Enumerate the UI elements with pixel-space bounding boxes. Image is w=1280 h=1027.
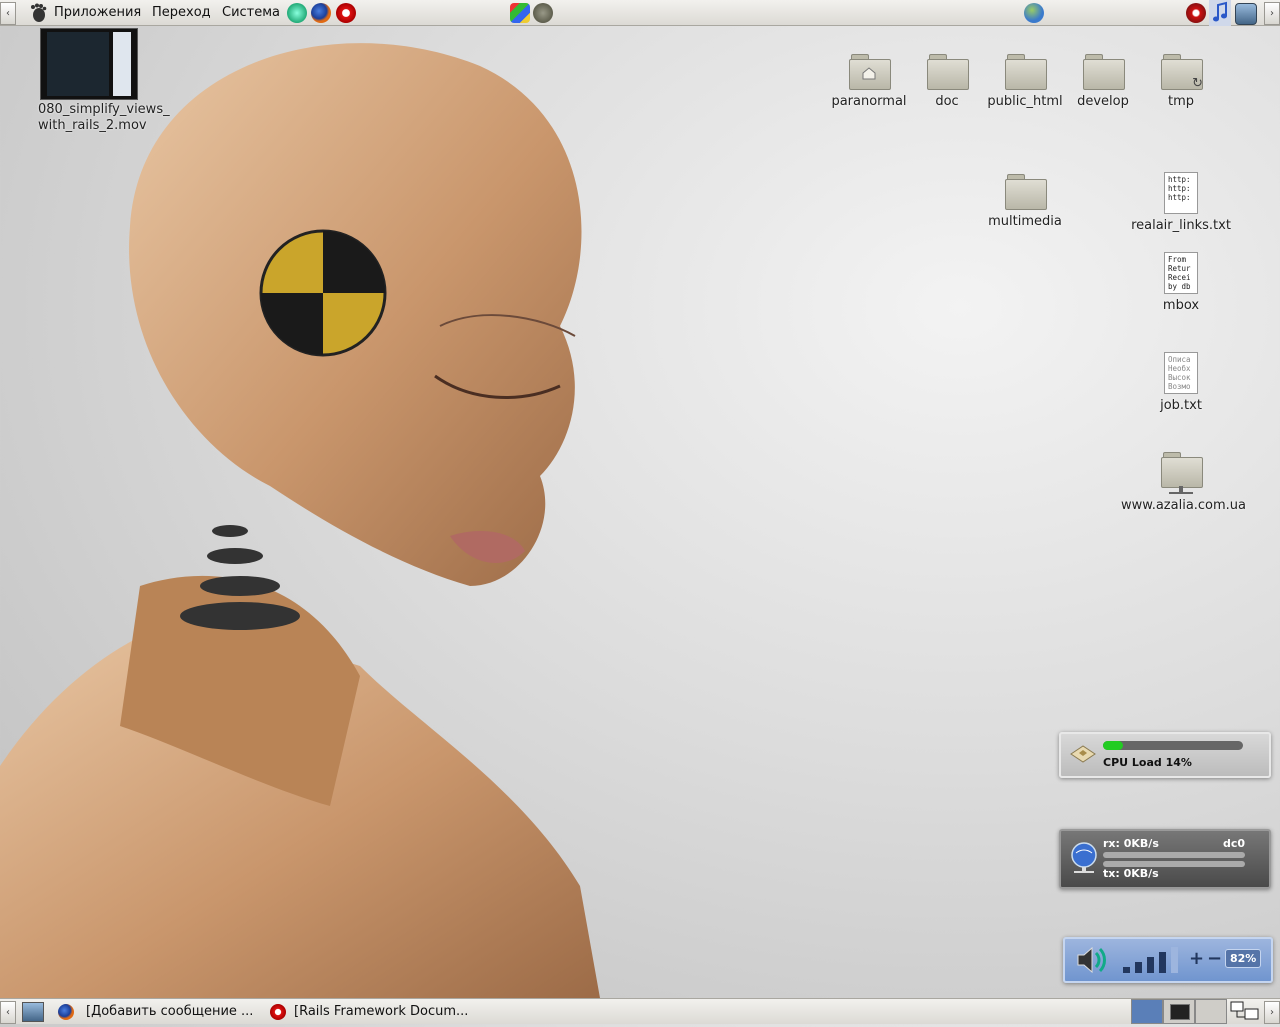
volume-down-button[interactable]: −: [1207, 948, 1222, 969]
desktop-icon-label: 080_simplify_views_ with_rails_2.mov: [38, 102, 170, 133]
file-preview-line: Необх: [1168, 364, 1191, 373]
folder-tmp[interactable]: ↻ tmp: [1131, 54, 1231, 109]
speaker-icon[interactable]: [1075, 944, 1109, 980]
desktop-video-file[interactable]: 080_simplify_views_ with_rails_2.mov: [38, 28, 170, 134]
text-file-icon: http: http: http:: [1164, 172, 1198, 214]
cpu-load-widget: CPU Load 14%: [1059, 732, 1271, 778]
desktop-icon-label: realair_links.txt: [1131, 218, 1231, 233]
globe-icon[interactable]: [1024, 3, 1044, 23]
file-mbox[interactable]: From Retur Recei by db mbox: [1131, 252, 1231, 313]
file-realair-links[interactable]: http: http: http: realair_links.txt: [1131, 172, 1231, 233]
home-folder-icon: [849, 54, 891, 90]
file-preview-line: Возмо: [1168, 382, 1191, 391]
firefox-icon: [58, 1003, 74, 1020]
folder-azalia[interactable]: www.azalia.com.ua: [1121, 452, 1247, 513]
top-panel: ‹ Приложения Переход Система ›: [0, 0, 1280, 26]
taskbar-item-firefox[interactable]: [Добавить сообщение ...: [58, 1001, 258, 1022]
file-preview-line: Retur: [1168, 264, 1191, 273]
bottom-panel: ‹ [Добавить сообщение ... [Rails Framewo…: [0, 998, 1280, 1024]
show-desktop-icon[interactable]: [22, 1002, 44, 1022]
desktop-icon-label: job.txt: [1160, 398, 1202, 413]
display-settings-icon[interactable]: [1235, 3, 1257, 25]
cpu-load-bar: [1103, 741, 1243, 750]
opera-icon: [270, 1003, 286, 1020]
panel-hide-left-button[interactable]: ‹: [0, 2, 16, 25]
menu-system[interactable]: Система: [222, 5, 280, 20]
network-tx-label: tx: 0KB/s: [1103, 867, 1159, 880]
volume-bar: [1159, 952, 1166, 973]
file-preview-line: Описа: [1168, 355, 1191, 364]
folder-icon: [1083, 54, 1125, 90]
text-file-icon: Описа Необх Высок Возмо: [1164, 352, 1198, 394]
panel-hide-left-button[interactable]: ‹: [0, 1001, 16, 1024]
folder-icon: [1005, 174, 1047, 210]
taskbar-item-label: [Добавить сообщение ...: [86, 1004, 254, 1019]
menu-places[interactable]: Переход: [152, 5, 211, 20]
network-interface-label: dc0: [1223, 837, 1246, 850]
volume-widget: + − 82%: [1063, 937, 1273, 983]
taskbar-item-opera[interactable]: [Rails Framework Docum...: [270, 1001, 470, 1022]
volume-bar: [1123, 967, 1130, 973]
volume-up-button[interactable]: +: [1189, 948, 1204, 969]
desktop-icon-label: mbox: [1162, 298, 1200, 313]
desktop-icon-label: www.azalia.com.ua: [1121, 498, 1247, 513]
screenshot-tool-icon[interactable]: [510, 3, 530, 23]
network-rx-bar: [1103, 852, 1245, 858]
video-thumbnail-icon: [40, 28, 138, 100]
folder-icon: [1005, 54, 1047, 90]
volume-level-bars[interactable]: [1123, 945, 1187, 973]
network-rx-label: rx: 0KB/s: [1103, 837, 1159, 850]
volume-bar: [1135, 962, 1142, 973]
desktop-icon-label: tmp: [1167, 94, 1194, 109]
taskbar-item-label: [Rails Framework Docum...: [294, 1004, 469, 1019]
panel-hide-right-button[interactable]: ›: [1264, 1001, 1280, 1024]
file-preview-line: http:: [1168, 175, 1191, 184]
file-preview-line: http:: [1168, 184, 1191, 193]
gimp-icon[interactable]: [533, 3, 553, 23]
cpu-load-label: CPU Load 14%: [1103, 756, 1192, 769]
workspace-1[interactable]: [1131, 999, 1163, 1024]
file-preview-line: Recei: [1168, 273, 1191, 282]
firefox-launcher-icon[interactable]: [311, 3, 331, 23]
file-preview-line: http:: [1168, 193, 1191, 202]
folder-multimedia[interactable]: multimedia: [975, 174, 1075, 229]
network-widget: rx: 0KB/s dc0 tx: 0KB/s: [1059, 829, 1271, 889]
network-globe-icon: [1069, 841, 1099, 879]
network-launcher-icon[interactable]: [287, 3, 307, 23]
file-preview-line: From: [1168, 255, 1187, 264]
file-job[interactable]: Описа Необх Высок Возмо job.txt: [1131, 352, 1231, 413]
gnome-foot-icon[interactable]: [28, 3, 48, 23]
workspace-2[interactable]: [1163, 999, 1195, 1024]
window-list-icon[interactable]: [1230, 1001, 1260, 1027]
opera-tray-icon[interactable]: [1186, 3, 1206, 23]
network-folder-icon: [1161, 452, 1203, 494]
file-preview-line: by db: [1168, 282, 1191, 291]
desktop-icon-label: multimedia: [988, 214, 1062, 229]
wallpaper-figure: [0, 43, 600, 998]
opera-launcher-icon[interactable]: [336, 3, 356, 23]
menu-applications[interactable]: Приложения: [54, 5, 141, 20]
file-preview-line: Высок: [1168, 373, 1191, 382]
volume-bar: [1171, 947, 1178, 973]
cpu-chip-icon: [1069, 742, 1097, 768]
panel-hide-right-button[interactable]: ›: [1264, 2, 1280, 25]
volume-percent: 82%: [1225, 949, 1262, 968]
text-file-icon: From Retur Recei by db: [1164, 252, 1198, 294]
folder-icon: [927, 54, 969, 90]
workspace-3[interactable]: [1195, 999, 1227, 1024]
music-note-icon[interactable]: [1209, 0, 1231, 26]
cpu-load-bar-fill: [1103, 741, 1123, 750]
symlink-folder-icon: ↻: [1161, 54, 1203, 91]
volume-bar: [1147, 957, 1154, 973]
